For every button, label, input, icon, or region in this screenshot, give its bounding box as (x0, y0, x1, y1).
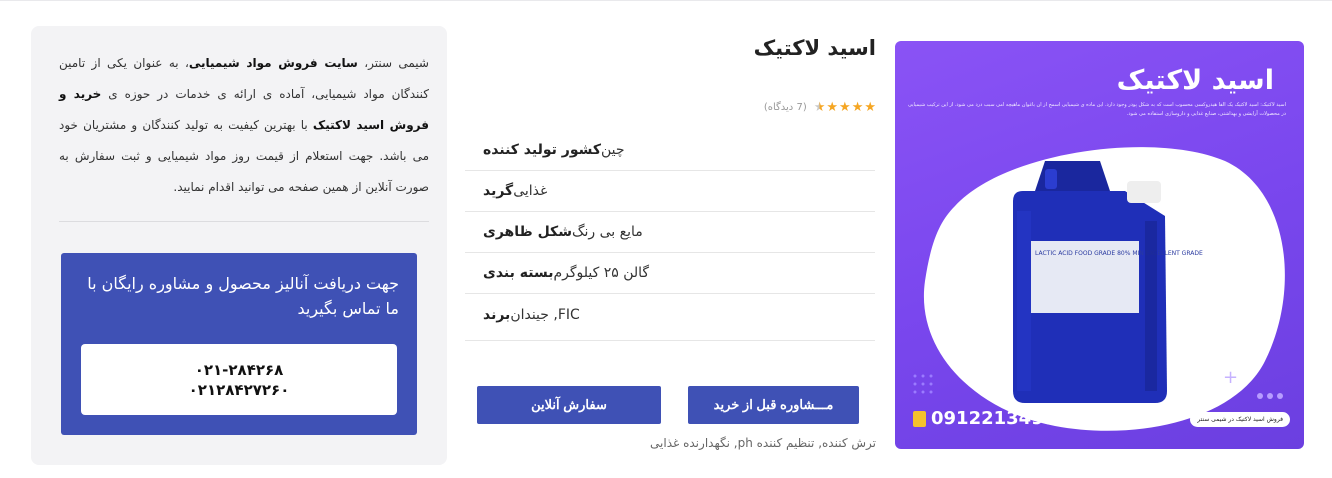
image-title: اسید لاکتیک (1116, 65, 1274, 96)
star-half-icon: ★ (813, 100, 826, 115)
product-tags[interactable]: ترش کننده, تنظیم کننده ph, نگهدارنده غذا… (650, 436, 876, 450)
consult-before-purchase-button[interactable]: مـــشاوره قبل از خرید (688, 386, 859, 424)
spec-row: شکل ظاهری مایع بی رنگ (465, 212, 875, 253)
star-icon: ★ (826, 100, 839, 115)
product-image[interactable]: + LACTIC ACID FOOD GRADE 80% MIN EXCELLE… (895, 41, 1304, 449)
specs-divider (465, 340, 875, 341)
contact-text: جهت دریافت آنالیز محصول و مشاوره رایگان … (87, 274, 399, 318)
info-text-part: شیمی سنتر، (357, 56, 429, 70)
star-icon: ★ (864, 100, 876, 115)
spec-value: مایع بی رنگ (571, 224, 643, 240)
spec-key: بسته بندی (483, 265, 554, 281)
info-text-bold: سایت فروش مواد شیمیایی (188, 56, 358, 70)
phone-number[interactable]: ۰۲۱-۲۸۴۲۶۸ (195, 361, 284, 379)
image-phone-number: 09122134999 (931, 408, 1069, 429)
svg-text:LACTIC ACID FOOD GRADE 80% MIN: LACTIC ACID FOOD GRADE 80% MIN EXCELLENT… (1035, 250, 1203, 257)
contact-box: جهت دریافت آنالیز محصول و مشاوره رایگان … (61, 253, 417, 435)
info-paragraph: شیمی سنتر، سایت فروش مواد شیمیایی، به عن… (59, 48, 429, 203)
info-divider (59, 221, 429, 222)
svg-text:+: + (1223, 367, 1238, 388)
star-icon: ★ (851, 100, 864, 115)
image-phone: 09122134999 (913, 408, 1069, 429)
phone-number[interactable]: ۰۲۱۲۸۴۲۷۲۶۰ (189, 381, 290, 399)
online-order-button[interactable]: سفارش آنلاین (477, 386, 661, 424)
spec-value: غذایی (513, 183, 548, 199)
spec-value: FIC, جیندان (510, 306, 580, 323)
spec-value: چین (601, 142, 625, 158)
review-count-link[interactable]: (7 دیدگاه) (764, 102, 807, 113)
product-title: اسید لاکتیک (753, 36, 876, 60)
info-card: شیمی سنتر، سایت فروش مواد شیمیایی، به عن… (31, 26, 447, 465)
spec-key: برند (483, 306, 511, 323)
phone-numbers-box: ۰۲۱-۲۸۴۲۶۸ ۰۲۱۲۸۴۲۷۲۶۰ (81, 344, 397, 415)
spec-key: گرید (483, 183, 514, 199)
spec-key: شکل ظاهری (483, 224, 572, 240)
product-rating[interactable]: ★ ★ ★ ★ ★ (7 دیدگاه) (764, 101, 876, 114)
spec-key: کشور تولید کننده (483, 142, 601, 158)
product-specs: کشور تولید کننده چین گرید غذایی شکل ظاهر… (465, 130, 875, 335)
spec-row: برند FIC, جیندان (465, 294, 875, 335)
spec-value: گالن ۲۵ کیلوگرم (553, 265, 650, 281)
spec-row: بسته بندی گالن ۲۵ کیلوگرم (465, 253, 875, 294)
spec-row: کشور تولید کننده چین (465, 130, 875, 171)
image-description: اسید لاکتیک: اسید لاکتیک یک الفا هیدروکس… (907, 102, 1286, 117)
phone-icon (913, 410, 926, 427)
star-icon: ★ (839, 100, 851, 115)
spec-row: گرید غذایی (465, 171, 875, 212)
image-badge: فروش اسید لاکتیک در شیمی سنتر (1190, 412, 1290, 427)
